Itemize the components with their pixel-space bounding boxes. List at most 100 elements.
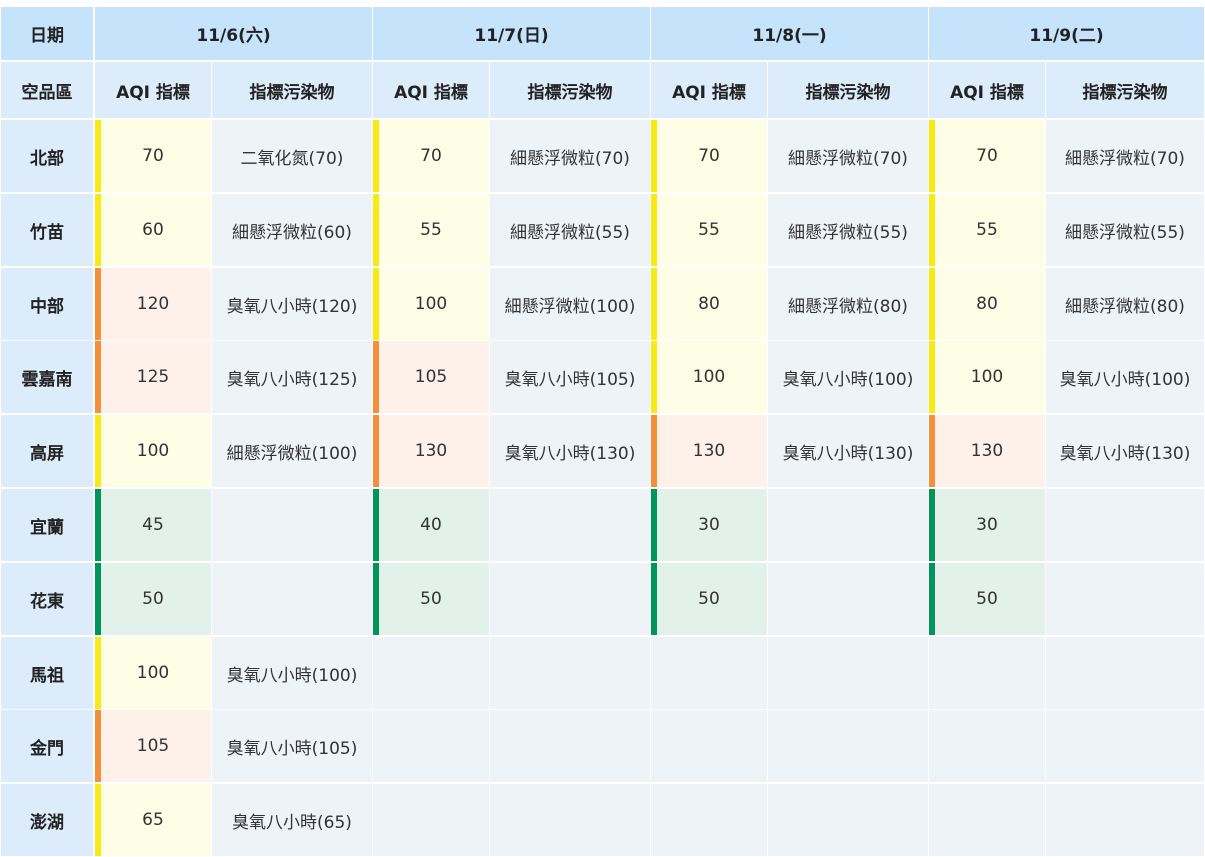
region-label-text: 花東 (30, 591, 64, 612)
aqi-value-cell: 50 (95, 563, 211, 635)
pollutant-cell: 細懸浮微粒(80) (768, 268, 928, 340)
aqi-value-cell-text: 55 (420, 220, 442, 240)
aqi-value-cell-text: 65 (142, 810, 164, 830)
aqi-value-cell-text: 55 (698, 220, 720, 240)
aqi-value-cell-text: 45 (142, 515, 164, 535)
aqi-value-cell: 55 (929, 194, 1045, 266)
pollutant-cell: 細懸浮微粒(100) (212, 415, 372, 487)
region-label: 中部 (1, 268, 93, 340)
aqi-value-cell-text: 130 (692, 441, 726, 461)
region-label: 花東 (1, 563, 93, 635)
pollutant-column-header: 指標污染物 (212, 62, 372, 118)
day-header-text: 11/7(日) (474, 26, 549, 46)
pollutant-column-header-text: 指標污染物 (527, 82, 613, 103)
pollutant-cell: 細懸浮微粒(60) (212, 194, 372, 266)
pollutant-cell: 細懸浮微粒(80) (1046, 268, 1204, 340)
aqi-level-bar (929, 415, 935, 487)
aqi-level-bar (373, 563, 379, 635)
aqi-level-bar (95, 415, 101, 487)
region-header-text: 空品區 (21, 82, 73, 103)
pollutant-cell-text: 臭氧八小時(105) (226, 738, 358, 759)
aqi-value-cell-text: 80 (976, 294, 998, 314)
aqi-level-bar (95, 341, 101, 413)
pollutant-cell-text: 細懸浮微粒(60) (232, 222, 352, 243)
aqi-value-cell-text: 80 (698, 294, 720, 314)
aqi-column-header-text: AQI 指標 (950, 82, 1024, 103)
aqi-column-header-text: AQI 指標 (394, 82, 468, 103)
aqi-level-bar (651, 268, 657, 340)
aqi-value-cell: 55 (373, 194, 489, 266)
region-label: 澎湖 (1, 784, 93, 856)
pollutant-cell: 臭氧八小時(120) (212, 268, 372, 340)
pollutant-cell: 臭氧八小時(100) (1046, 341, 1204, 413)
aqi-value-cell: 125 (95, 341, 211, 413)
region-label-text: 雲嘉南 (21, 369, 73, 390)
aqi-level-bar (929, 341, 935, 413)
aqi-forecast-table: 日期 11/6(六) 11/7(日) 11/8(一) 11/9(二) 空品區 AQI 指標 指… (0, 0, 1205, 857)
empty-cell (929, 637, 1045, 709)
aqi-value-cell: 105 (95, 710, 211, 782)
aqi-level-bar (95, 120, 101, 192)
pollutant-cell: 細懸浮微粒(55) (1046, 194, 1204, 266)
region-label: 高屏 (1, 415, 93, 487)
empty-cell (929, 784, 1045, 856)
pollutant-cell-text: 細懸浮微粒(100) (226, 443, 358, 464)
pollutant-cell: 臭氧八小時(65) (212, 784, 372, 856)
pollutant-column-header: 指標污染物 (768, 62, 928, 118)
pollutant-cell (490, 489, 650, 561)
aqi-value-cell-text: 55 (976, 220, 998, 240)
aqi-value-cell-text: 40 (420, 515, 442, 535)
empty-cell (1046, 637, 1204, 709)
region-header: 空品區 (1, 62, 93, 118)
region-label: 北部 (1, 120, 93, 192)
aqi-value-cell-text: 50 (698, 589, 720, 609)
aqi-level-bar (95, 489, 101, 561)
pollutant-cell: 二氧化氮(70) (212, 120, 372, 192)
aqi-level-bar (929, 120, 935, 192)
aqi-value-cell: 60 (95, 194, 211, 266)
empty-cell (651, 784, 767, 856)
aqi-value-cell-text: 30 (976, 515, 998, 535)
aqi-value-cell: 100 (373, 268, 489, 340)
aqi-value-cell: 100 (95, 637, 211, 709)
day-header-text: 11/8(一) (752, 26, 827, 46)
aqi-value-cell-text: 100 (136, 441, 170, 461)
aqi-value-cell-text: 60 (142, 220, 164, 240)
pollutant-cell (1046, 489, 1204, 561)
aqi-value-cell-text: 130 (970, 441, 1004, 461)
aqi-value-cell-text: 100 (136, 663, 170, 683)
pollutant-cell-text: 臭氧八小時(120) (226, 296, 358, 317)
aqi-value-cell: 55 (651, 194, 767, 266)
pollutant-cell: 臭氧八小時(105) (212, 710, 372, 782)
aqi-value-cell-text: 70 (976, 146, 998, 166)
day-header-text: 11/6(六) (196, 26, 271, 46)
aqi-level-bar (929, 489, 935, 561)
pollutant-cell: 細懸浮微粒(70) (1046, 120, 1204, 192)
region-label-text: 澎湖 (30, 812, 64, 833)
aqi-value-cell: 80 (651, 268, 767, 340)
aqi-value-cell: 120 (95, 268, 211, 340)
pollutant-cell: 臭氧八小時(125) (212, 341, 372, 413)
aqi-column-header: AQI 指標 (373, 62, 489, 118)
region-label: 宜蘭 (1, 489, 93, 561)
aqi-value-cell: 70 (929, 120, 1045, 192)
aqi-level-bar (373, 120, 379, 192)
pollutant-cell: 細懸浮微粒(55) (490, 194, 650, 266)
pollutant-cell-text: 二氧化氮(70) (240, 148, 344, 169)
aqi-value-cell: 30 (651, 489, 767, 561)
pollutant-cell: 細懸浮微粒(70) (490, 120, 650, 192)
aqi-value-cell: 130 (373, 415, 489, 487)
empty-cell (768, 710, 928, 782)
pollutant-cell-text: 臭氧八小時(65) (232, 812, 352, 833)
empty-cell (373, 710, 489, 782)
aqi-value-cell-text: 50 (976, 589, 998, 609)
day-header-text: 11/9(二) (1029, 26, 1104, 46)
aqi-level-bar (651, 194, 657, 266)
pollutant-cell-text: 細懸浮微粒(100) (504, 296, 636, 317)
aqi-column-header: AQI 指標 (651, 62, 767, 118)
aqi-level-bar (929, 194, 935, 266)
aqi-column-header: AQI 指標 (929, 62, 1045, 118)
aqi-level-bar (95, 194, 101, 266)
aqi-column-header: AQI 指標 (95, 62, 211, 118)
aqi-level-bar (929, 563, 935, 635)
